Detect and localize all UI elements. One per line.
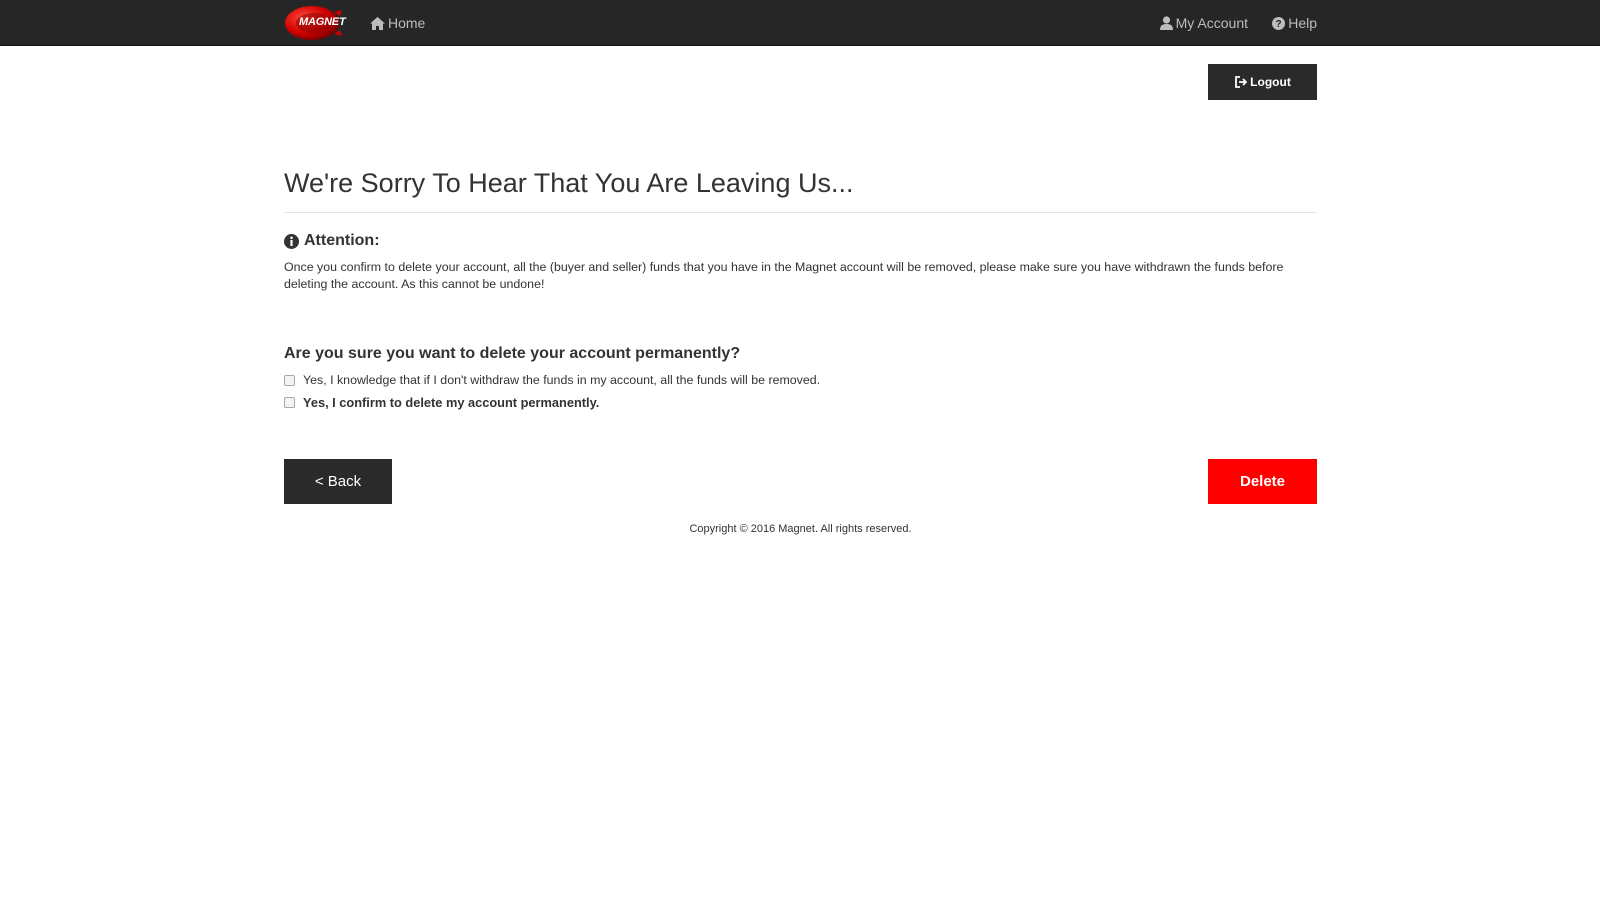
acknowledge-funds-label: Yes, I knowledge that if I don't withdra… — [303, 373, 821, 387]
top-navbar: MAGNET Home My Account ? Help — [0, 0, 1600, 46]
info-circle-icon — [284, 233, 299, 249]
footer-copyright: Copyright © 2016 Magnet. All rights rese… — [689, 523, 912, 535]
nav-help-label: Help — [1288, 15, 1317, 31]
nav-my-account-link[interactable]: My Account — [1159, 0, 1248, 46]
page-title: We're Sorry To Hear That You Are Leaving… — [284, 168, 854, 198]
user-icon — [1159, 16, 1173, 30]
home-icon — [370, 16, 385, 30]
attention-text: Once you confirm to delete your account,… — [284, 260, 1284, 291]
logo-text: MAGNET — [299, 16, 346, 28]
acknowledge-funds-option[interactable]: Yes, I knowledge that if I don't withdra… — [284, 373, 820, 387]
attention-heading-label: Attention: — [304, 232, 380, 249]
svg-text:?: ? — [1276, 19, 1282, 30]
acknowledge-funds-checkbox[interactable] — [284, 374, 295, 386]
confirm-delete-checkbox[interactable] — [284, 397, 295, 408]
nav-home-label: Home — [388, 15, 426, 31]
delete-button[interactable]: Delete — [1208, 459, 1317, 504]
nav-help-link[interactable]: ? Help — [1272, 0, 1317, 46]
sign-out-icon — [1235, 76, 1248, 88]
question-circle-icon: ? — [1272, 16, 1286, 30]
confirm-delete-option[interactable]: Yes, I confirm to delete my account perm… — [284, 395, 599, 410]
nav-home-link[interactable]: Home — [370, 0, 425, 46]
magnet-logo[interactable]: MAGNET — [284, 4, 346, 42]
title-divider — [284, 212, 1317, 213]
navbar-container: MAGNET Home My Account ? Help — [284, 0, 1317, 46]
back-button[interactable]: < Back — [284, 459, 392, 504]
logout-button[interactable]: Logout — [1208, 64, 1317, 100]
confirm-delete-label: Yes, I confirm to delete my account perm… — [303, 395, 600, 410]
nav-my-account-label: My Account — [1175, 15, 1248, 31]
attention-heading: Attention: — [284, 232, 380, 250]
delete-question: Are you sure you want to delete your acc… — [284, 345, 741, 362]
logout-label: Logout — [1250, 75, 1291, 89]
